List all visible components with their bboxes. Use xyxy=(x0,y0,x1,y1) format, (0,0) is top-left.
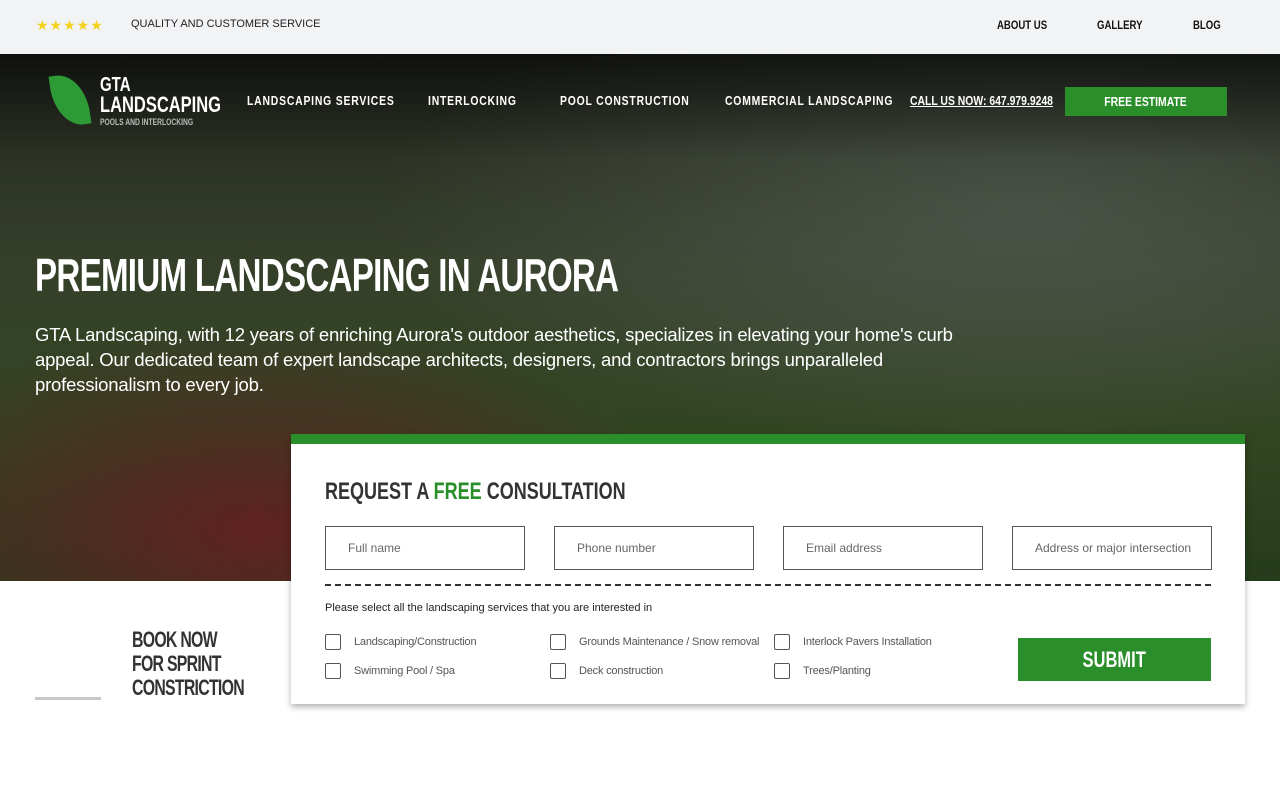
logo-line3: POOLS AND INTERLOCKING xyxy=(100,117,194,127)
checkbox-deck[interactable]: Deck construction xyxy=(550,663,663,679)
nav-interlocking[interactable]: INTERLOCKING xyxy=(428,93,517,108)
promo-divider xyxy=(35,697,101,700)
logo-line2: LANDSCAPING xyxy=(100,92,222,117)
nav-landscaping-services[interactable]: LANDSCAPING SERVICES xyxy=(247,93,395,108)
nav-pool-construction[interactable]: POOL CONSTRUCTION xyxy=(560,93,690,108)
full-name-input[interactable] xyxy=(325,526,525,570)
checkbox-trees[interactable]: Trees/Planting xyxy=(774,663,871,679)
promo-text: BOOK NOW FOR SPRINT CONSTRICTION xyxy=(132,627,245,700)
blog-link[interactable]: BLOG xyxy=(1193,18,1221,32)
tagline: QUALITY AND CUSTOMER SERVICE xyxy=(131,18,321,30)
free-estimate-button[interactable]: FREE ESTIMATE xyxy=(1065,87,1227,116)
hero-text: GTA Landscaping, with 12 years of enrich… xyxy=(35,324,953,395)
nav-commercial-landscaping[interactable]: COMMERCIAL LANDSCAPING xyxy=(725,93,893,108)
address-input[interactable] xyxy=(1012,526,1212,570)
about-us-link[interactable]: ABOUT US xyxy=(997,18,1047,32)
checkbox-interlock-pavers[interactable]: Interlock Pavers Installation xyxy=(774,634,932,650)
rating-stars-icon: ★★★★★ xyxy=(36,17,104,33)
checkbox-swimming-pool[interactable]: Swimming Pool / Spa xyxy=(325,663,455,679)
form-title: REQUEST A FREE CONSULTATION xyxy=(325,478,626,505)
checkbox-grounds-maintenance[interactable]: Grounds Maintenance / Snow removal xyxy=(550,634,759,650)
email-input[interactable] xyxy=(783,526,983,570)
call-link[interactable]: CALL US NOW: 647.979.9248 xyxy=(910,93,1053,108)
divider xyxy=(325,584,1211,586)
hero-title: PREMIUM LANDSCAPING IN AURORA xyxy=(35,249,619,301)
gallery-link[interactable]: GALLERY xyxy=(1097,18,1143,32)
services-prompt: Please select all the landscaping servic… xyxy=(325,602,653,614)
submit-button[interactable]: SUBMIT xyxy=(1018,638,1211,681)
phone-input[interactable] xyxy=(554,526,754,570)
top-bar: ★★★★★ QUALITY AND CUSTOMER SERVICE ABOUT… xyxy=(0,0,1280,54)
checkbox-landscaping[interactable]: Landscaping/Construction xyxy=(325,634,477,650)
free-estimate-label: FREE ESTIMATE xyxy=(1104,94,1188,109)
consultation-form: REQUEST A FREE CONSULTATION Please selec… xyxy=(291,434,1245,704)
